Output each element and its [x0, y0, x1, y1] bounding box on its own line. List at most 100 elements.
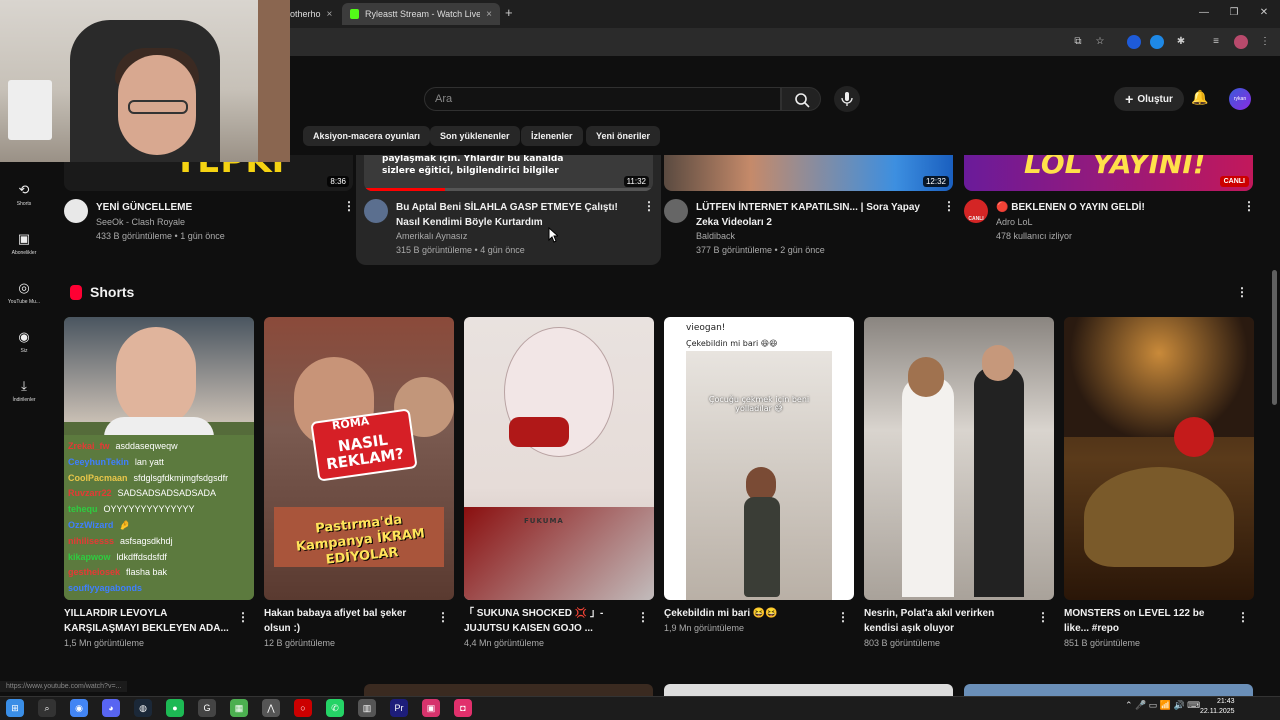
cast-icon[interactable]: ⧉ [1071, 35, 1085, 49]
search-input[interactable]: Ara [424, 87, 781, 111]
maximize-icon[interactable]: ❐ [1225, 6, 1243, 20]
chat-username: CeeyhunTekin [68, 456, 129, 467]
media-icon[interactable]: ≡ [1209, 35, 1223, 49]
app-icon[interactable]: ⋀ [262, 699, 280, 717]
tab-close-icon[interactable]: × [486, 9, 492, 20]
new-tab-button[interactable]: + [505, 5, 513, 20]
short-thumbnail[interactable] [1064, 317, 1254, 600]
create-button[interactable]: + Oluştur [1114, 87, 1184, 111]
video-title[interactable]: LÜTFEN İNTERNET KAPATILSIN... | Sora Yap… [696, 200, 936, 230]
chip-filter[interactable]: Yeni öneriler [586, 126, 661, 146]
microphone-icon [841, 92, 853, 106]
more-options-icon[interactable]: ⋮ [837, 610, 849, 624]
short-thumbnail[interactable] [864, 317, 1054, 600]
windows-icon[interactable]: ⊞ [6, 699, 24, 717]
short-title[interactable]: Çekebildin mi bari 😆😆 [664, 606, 829, 621]
short-views: 1,9 Mn görüntüleme [664, 623, 745, 633]
extension-icon[interactable] [1150, 35, 1164, 49]
channel-avatar-live[interactable]: CANLI [964, 199, 988, 223]
channel-avatar[interactable] [64, 199, 88, 223]
tab-close-icon[interactable]: × [327, 9, 333, 20]
video-thumbnail[interactable]: paylaşmak için. Yhlardir bu kanalda sizl… [364, 155, 653, 191]
taskbar-clock[interactable]: 21:43 22.11.2025 [1200, 697, 1235, 717]
sidebar-item-youtube-music[interactable]: ◎ YouTube Mu... [0, 280, 48, 305]
spotify-icon[interactable]: ● [166, 699, 184, 717]
short-thumbnail[interactable]: vieogan! Çekebildin mi bari 😆😆 Çocuğu çe… [664, 317, 854, 600]
channel-name[interactable]: SeeOk - Clash Royale [96, 215, 185, 230]
sidebar-label: Siz [20, 348, 28, 354]
sidebar-item-downloads[interactable]: ⤓ İndirilenler [0, 378, 48, 403]
instagram-icon[interactable]: ◘ [454, 699, 472, 717]
short-title[interactable]: Hakan babaya afiyet bal şeker olsun :) [264, 606, 429, 636]
video-thumbnail[interactable] [664, 684, 953, 696]
steam-icon[interactable]: ◍ [134, 699, 152, 717]
chip-filter[interactable]: Aksiyon-macera oyunları [303, 126, 431, 146]
short-title[interactable]: Nesrin, Polat'a akıl verirken kendisi aş… [864, 606, 1029, 636]
channel-avatar[interactable] [364, 199, 388, 223]
account-avatar[interactable]: rykan [1229, 88, 1251, 110]
search-button[interactable] [781, 87, 821, 111]
minecraft-icon[interactable]: ▦ [230, 699, 248, 717]
extensions-puzzle-icon[interactable]: ✱ [1174, 35, 1188, 49]
more-options-icon[interactable]: ⋮ [343, 199, 355, 213]
video-thumbnail[interactable] [364, 684, 653, 696]
chip-filter[interactable]: Son yüklenenler [430, 126, 520, 146]
channel-name[interactable]: Amerikalı Aynasız [396, 229, 467, 244]
extension-icon[interactable] [1127, 35, 1141, 49]
chrome-menu-icon[interactable]: ⋮ [1258, 35, 1272, 49]
short-thumbnail[interactable]: ROMA NASIL REKLAM? Pastırma'da Kampanya … [264, 317, 454, 600]
more-options-icon[interactable]: ⋮ [943, 199, 955, 213]
notifications-bell-icon[interactable]: 🔔 [1191, 89, 1209, 107]
more-options-icon[interactable]: ⋮ [1243, 199, 1255, 213]
short-views: 851 B görüntüleme [1064, 638, 1141, 648]
chrome-icon[interactable]: ◉ [70, 699, 88, 717]
system-tray[interactable]: ⌃ 🎤 ▭ 📶 🔊 ⌨ [1125, 700, 1200, 711]
chip-filter[interactable]: İzlenenler [521, 126, 583, 146]
chat-username: kikapwow [68, 551, 111, 562]
video-thumbnail[interactable] [964, 684, 1253, 696]
more-options-icon[interactable]: ⋮ [237, 610, 249, 624]
office-icon[interactable]: ▥ [358, 699, 376, 717]
video-title[interactable]: YENİ GÜNCELLEME [96, 200, 336, 215]
g-icon[interactable]: G [198, 699, 216, 717]
short-title[interactable]: MONSTERS on LEVEL 122 be like... #repo [1064, 606, 1229, 636]
video-title[interactable]: Bu Aptal Beni SİLAHLA GASP ETMEYE Çalışt… [396, 200, 626, 230]
search-icon[interactable]: ⌕ [38, 699, 56, 717]
channel-avatar[interactable] [664, 199, 688, 223]
short-thumbnail[interactable]: Zrekai_fw asddaseqweqw CeeyhunTekin lan yat… [64, 317, 254, 600]
sidebar-item-you[interactable]: ◉ Siz [0, 329, 48, 354]
discord-icon[interactable]: ◕ [102, 699, 120, 717]
bookmark-star-icon[interactable]: ☆ [1093, 35, 1107, 49]
minimize-icon[interactable]: — [1195, 6, 1213, 20]
search-icon [795, 93, 810, 108]
short-overlay-text: Çekebildin mi bari 😆😆 [686, 339, 778, 348]
sidebar-item-subscriptions[interactable]: ▣ Abonelikler [0, 231, 48, 256]
opera-icon[interactable]: ○ [294, 699, 312, 717]
close-window-icon[interactable]: ✕ [1255, 6, 1273, 20]
more-options-icon[interactable]: ⋮ [643, 199, 655, 213]
premiere-icon[interactable]: Pr [390, 699, 408, 717]
sidebar-item-shorts[interactable]: ⟲ Shorts [0, 182, 48, 207]
browser-tab[interactable]: otherho × [282, 3, 340, 25]
video-thumbnail[interactable]: LOL YAYINI! CANLI [964, 155, 1253, 191]
chat-username: tehequ [68, 504, 98, 515]
app2-icon[interactable]: ▣ [422, 699, 440, 717]
more-options-icon[interactable]: ⋮ [437, 610, 449, 624]
shorts-more-options-icon[interactable]: ⋮ [1236, 285, 1248, 299]
browser-tab-active[interactable]: Ryleastt Stream - Watch Live on × [342, 3, 500, 25]
channel-name[interactable]: Baldiback [696, 229, 735, 244]
more-options-icon[interactable]: ⋮ [1037, 610, 1049, 624]
voice-search-button[interactable] [834, 86, 860, 112]
chat-text: sfdglsgfdkmjmgfsdgsdfr [133, 472, 229, 483]
video-title[interactable]: 🔴 BEKLENEN O YAYIN GELDİ! [996, 200, 1236, 215]
short-title[interactable]: YILLARDIR LEVOYLA KARŞILAŞMAYI BEKLEYEN … [64, 606, 229, 636]
profile-icon[interactable] [1234, 35, 1248, 49]
whatsapp-icon[interactable]: ✆ [326, 699, 344, 717]
video-thumbnail[interactable]: 12:32 [664, 155, 953, 191]
page-scrollbar[interactable] [1272, 270, 1277, 405]
short-title[interactable]: 「 SUKUNA SHOCKED 💢 」- JUJUTSU KAISEN GOJ… [464, 606, 629, 636]
channel-name[interactable]: Adro LoL [996, 215, 1033, 230]
more-options-icon[interactable]: ⋮ [1237, 610, 1249, 624]
more-options-icon[interactable]: ⋮ [637, 610, 649, 624]
short-thumbnail[interactable]: FUKUMA [464, 317, 654, 600]
